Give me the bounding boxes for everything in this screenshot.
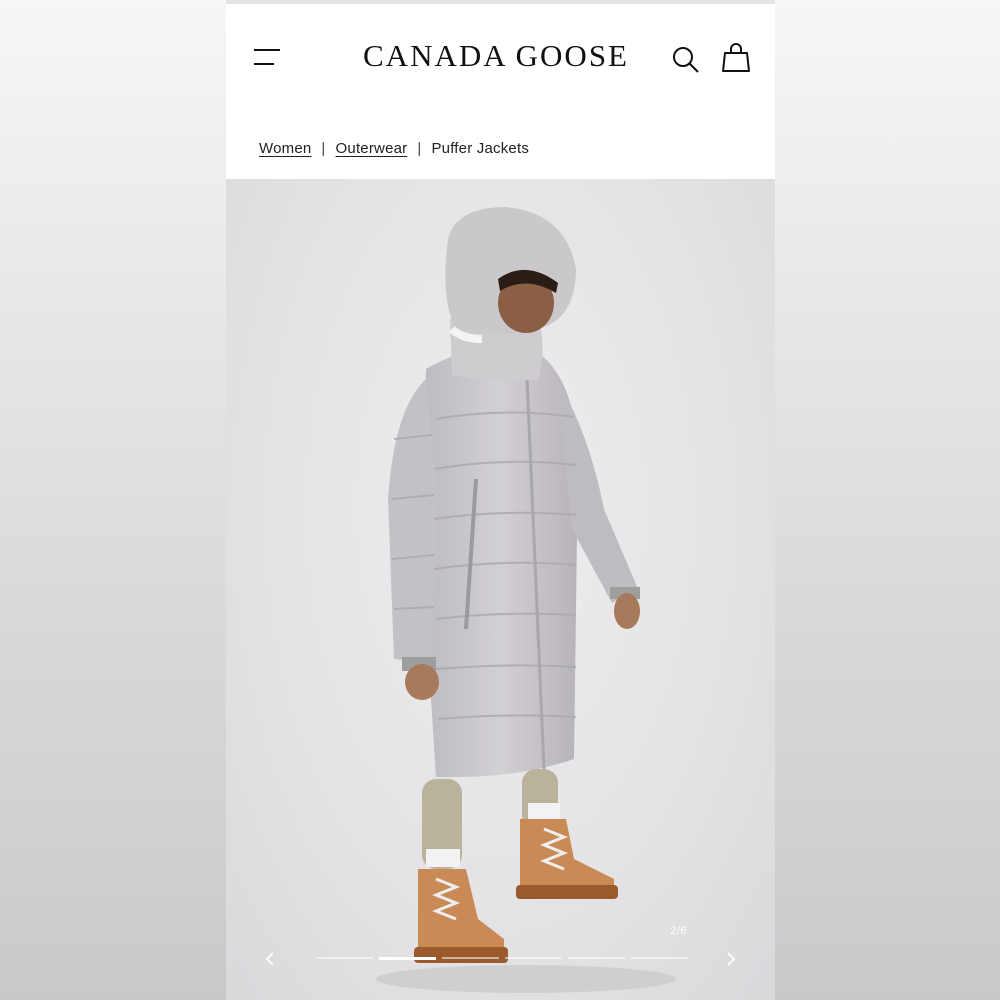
breadcrumb-outerwear[interactable]: Outerwear — [336, 140, 408, 157]
hamburger-menu-icon — [254, 49, 280, 65]
chevron-left-icon — [265, 952, 274, 966]
slide-dot-6[interactable] — [631, 957, 688, 959]
slide-dot-1[interactable] — [316, 957, 373, 959]
breadcrumb: Women | Outerwear | Puffer Jackets — [259, 140, 529, 157]
breadcrumb-separator: | — [321, 140, 326, 157]
slide-dot-2[interactable] — [379, 957, 436, 960]
previous-image-button[interactable] — [260, 949, 280, 969]
breadcrumb-current: Puffer Jackets — [431, 140, 530, 157]
slide-dot-3[interactable] — [442, 957, 499, 959]
slide-indicator — [316, 957, 688, 960]
breadcrumb-separator: | — [417, 140, 422, 157]
shopping-bag-icon — [722, 43, 750, 72]
search-button[interactable] — [670, 44, 702, 76]
site-header: CANADA GOOSE — [226, 4, 775, 112]
breadcrumb-women[interactable]: Women — [259, 140, 311, 157]
menu-button[interactable] — [252, 44, 282, 70]
cart-button[interactable] — [721, 42, 751, 74]
brand-logo[interactable]: CANADA GOOSE — [360, 38, 632, 74]
product-photo-model-in-long-puffer-coat — [376, 207, 676, 993]
search-icon — [673, 47, 699, 73]
chevron-right-icon — [727, 952, 736, 966]
slide-counter: 2/6 — [670, 925, 687, 937]
mobile-page: CANADA GOOSE Women | Outerwear | Puffer Jack… — [226, 0, 775, 1000]
product-image-gallery[interactable]: 2/6 — [226, 179, 775, 1000]
next-image-button[interactable] — [721, 949, 741, 969]
slide-dot-4[interactable] — [505, 957, 562, 959]
slide-dot-5[interactable] — [568, 957, 625, 959]
